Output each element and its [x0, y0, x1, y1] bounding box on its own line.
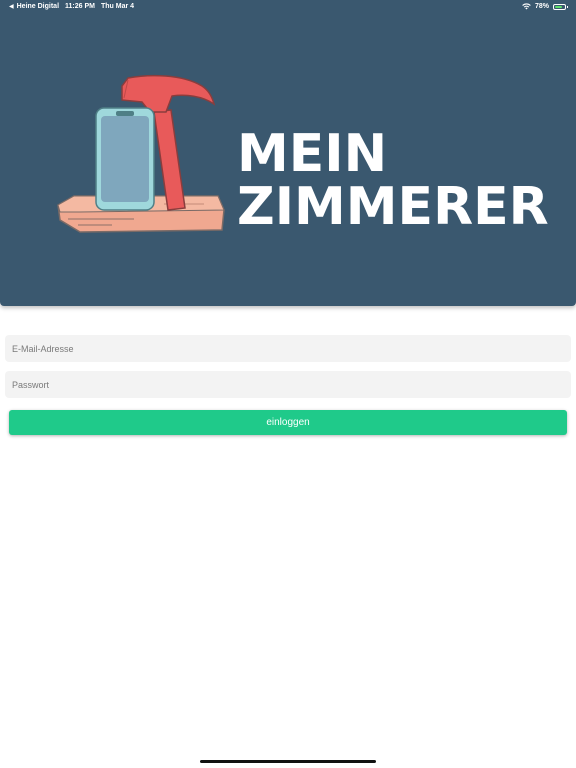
email-field[interactable] — [5, 335, 571, 362]
status-time: 11:26 PM — [65, 3, 95, 10]
battery-level — [555, 5, 563, 8]
brand-title-line2: ZIMMERER — [237, 177, 549, 237]
status-right: 78% — [522, 3, 568, 10]
home-indicator[interactable] — [200, 760, 376, 763]
brand-title-line1: MEIN — [237, 124, 388, 184]
phone-icon — [95, 107, 155, 211]
battery-percent: 78% — [534, 3, 549, 10]
status-left: ◀ Heine Digital 11:26 PM Thu Mar 4 — [9, 3, 134, 10]
back-arrow-icon[interactable]: ◀ — [9, 3, 14, 10]
brand-title: MEIN ZIMMERER — [237, 128, 549, 234]
status-date: Thu Mar 4 — [101, 3, 135, 10]
password-field[interactable] — [5, 371, 571, 398]
wifi-icon — [522, 3, 531, 10]
status-bar: ◀ Heine Digital 11:26 PM Thu Mar 4 78% — [0, 0, 576, 14]
login-button[interactable]: einloggen — [9, 410, 567, 435]
back-to-app-link[interactable]: Heine Digital — [17, 3, 59, 10]
battery-icon — [553, 3, 568, 10]
app-logo — [57, 74, 225, 233]
header-banner: ◀ Heine Digital 11:26 PM Thu Mar 4 78% M… — [0, 0, 576, 306]
login-screen: ◀ Heine Digital 11:26 PM Thu Mar 4 78% M… — [0, 0, 576, 768]
